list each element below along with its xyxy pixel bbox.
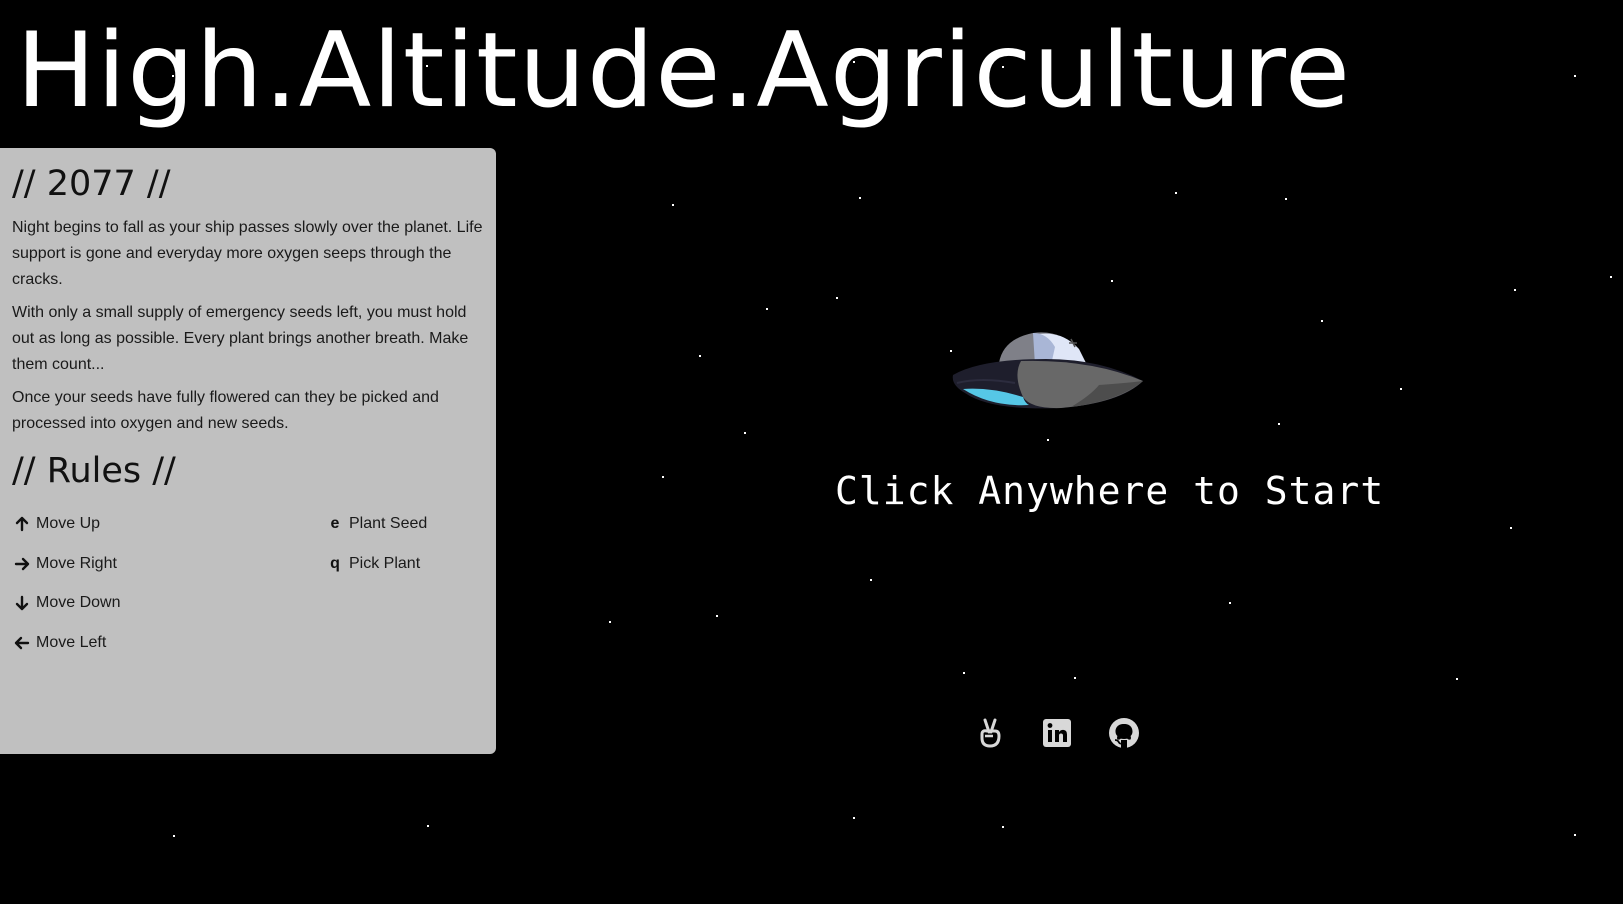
spaceship-icon (951, 325, 1146, 415)
arrow-right-icon (12, 554, 32, 574)
rule-label: Move Left (36, 634, 107, 651)
intro-paragraph: With only a small supply of emergency se… (12, 304, 469, 373)
github-icon[interactable] (1107, 716, 1141, 750)
arrow-down-icon (12, 593, 32, 613)
key-e: e (330, 515, 340, 532)
angellist-icon[interactable] (973, 716, 1007, 750)
rule-label: Plant Seed (349, 515, 428, 532)
rule-move-down: Move Down (12, 592, 120, 614)
rule-plant-seed: e Plant Seed (325, 513, 428, 535)
arrow-left-icon (12, 633, 32, 653)
page-title: High.Altitude.Agriculture (16, 11, 1352, 131)
rule-label: Move Up (36, 515, 101, 532)
intro-heading: // 2077 // (12, 164, 171, 204)
intro-paragraph: Night begins to fall as your ship passes… (12, 219, 483, 288)
key-q: q (330, 555, 340, 572)
arrow-up-icon (12, 514, 32, 534)
rule-move-up: Move Up (12, 513, 100, 535)
rule-move-left: Move Left (12, 632, 106, 654)
rule-label: Move Down (36, 594, 121, 611)
rule-label: Move Right (36, 555, 117, 572)
rule-pick-plant: q Pick Plant (325, 553, 420, 575)
rule-move-right: Move Right (12, 553, 117, 575)
linkedin-icon[interactable] (1040, 716, 1074, 750)
rules-heading: // Rules // (12, 451, 176, 491)
rule-label: Pick Plant (349, 555, 421, 572)
start-prompt[interactable]: Click Anywhere to Start (835, 468, 1384, 514)
rules-list: Move Up Move Right Move Down Move Left e… (12, 513, 484, 683)
intro-paragraph: Once your seeds have fully flowered can … (12, 389, 439, 432)
info-panel: // 2077 // Night begins to fall as your … (0, 148, 496, 754)
game-start-area[interactable] (496, 148, 1623, 904)
